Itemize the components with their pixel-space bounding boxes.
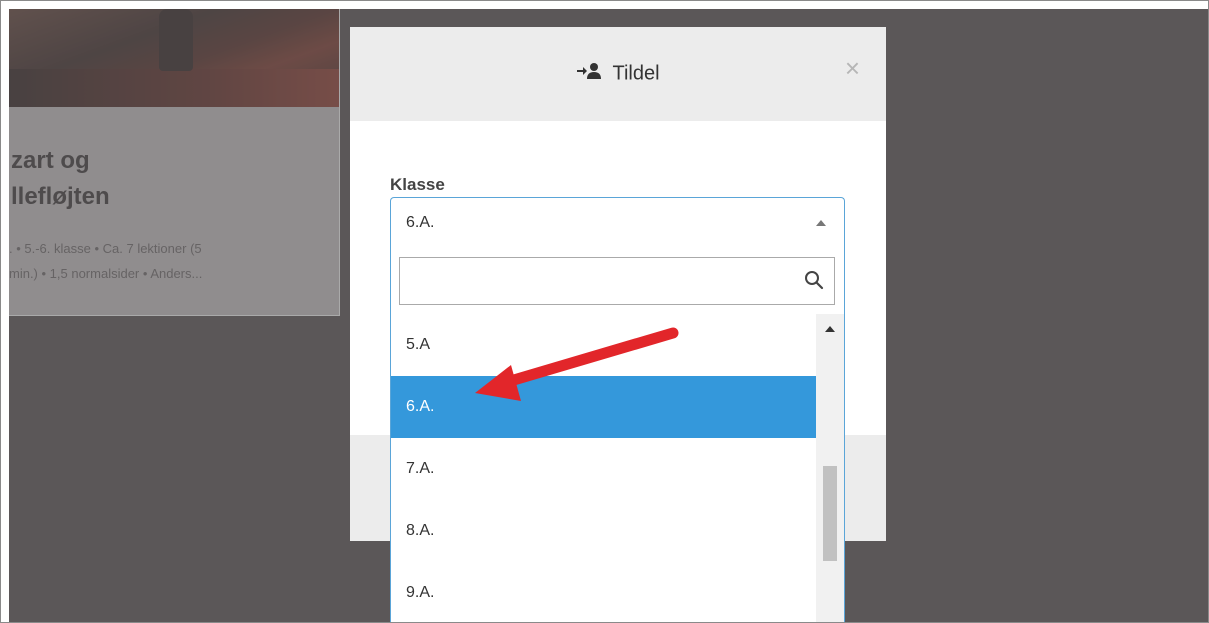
option-8a[interactable]: 8.A.	[391, 500, 816, 562]
options-list: 5.A 6.A. 7.A. 8.A. 9.A.	[391, 314, 816, 622]
modal-body: Klasse	[350, 121, 886, 435]
option-6a[interactable]: 6.A.	[391, 376, 816, 438]
klasse-select[interactable]: 6.A.	[390, 197, 845, 250]
klasse-dropdown: 5.A 6.A. 7.A. 8.A. 9.A.	[390, 249, 845, 622]
modal-header: Tildel ×	[350, 27, 886, 121]
annotation-arrow	[475, 327, 679, 401]
close-icon[interactable]: ×	[845, 55, 860, 81]
option-5a[interactable]: 5.A	[391, 314, 816, 376]
course-meta: . • 5.-6. klasse • Ca. 7 lektioner (5 mi…	[9, 241, 203, 281]
search-input[interactable]	[399, 257, 835, 305]
screenshot-frame: zart og llefløjten . • 5.-6. klasse • Ca…	[0, 0, 1209, 623]
select-value: 6.A.	[406, 214, 435, 231]
modal-title: Tildel	[350, 62, 886, 86]
page-overlay: zart og llefløjten . • 5.-6. klasse • Ca…	[9, 9, 1208, 622]
dropdown-scrollbar[interactable]	[816, 314, 844, 622]
option-9a[interactable]: 9.A.	[391, 562, 816, 622]
course-title: zart og llefløjten	[11, 147, 110, 210]
klasse-label: Klasse	[390, 175, 445, 194]
scroll-up-icon[interactable]	[825, 326, 835, 332]
option-7a[interactable]: 7.A.	[391, 438, 816, 500]
assign-modal: Tildel × Klasse	[350, 27, 886, 541]
scroll-thumb[interactable]	[823, 466, 837, 561]
caret-up-icon[interactable]	[816, 220, 826, 226]
search-icon	[804, 270, 824, 290]
card-dim-overlay	[9, 9, 339, 315]
modal-title-text: Tildel	[612, 62, 660, 85]
modal-footer	[350, 435, 886, 541]
course-card: zart og llefløjten . • 5.-6. klasse • Ca…	[9, 9, 340, 316]
course-image	[9, 9, 339, 107]
assign-user-icon	[576, 62, 602, 86]
